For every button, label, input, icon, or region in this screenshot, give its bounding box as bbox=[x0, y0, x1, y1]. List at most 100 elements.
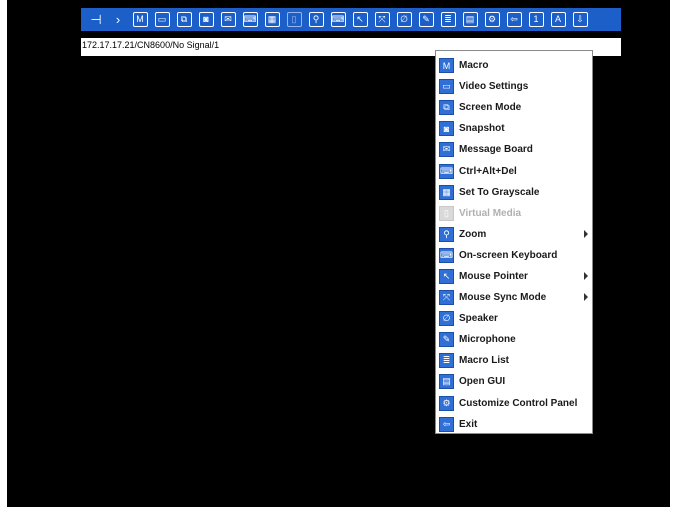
menu-item-label: Macro bbox=[459, 60, 489, 72]
message-board-icon[interactable]: ✉ bbox=[219, 11, 237, 29]
menu-item-customize-panel[interactable]: ⚙ Customize Control Panel bbox=[436, 393, 592, 414]
menu-item-label: Macro List bbox=[459, 355, 510, 367]
submenu-arrow-icon bbox=[584, 293, 588, 302]
menu-item-mouse-sync[interactable]: ⤧ Mouse Sync Mode bbox=[436, 287, 592, 308]
customize-panel-icon: ⚙ bbox=[439, 395, 454, 411]
exit-icon: ⇦ bbox=[439, 416, 454, 432]
exit-icon[interactable]: ⇦ bbox=[505, 11, 523, 29]
customize-panel-icon-glyph: ⚙ bbox=[484, 12, 500, 27]
macro-icon: M bbox=[439, 58, 454, 74]
menu-item-open-gui[interactable]: ▤ Open GUI bbox=[436, 371, 592, 392]
speaker-icon-glyph: ∅ bbox=[396, 12, 412, 27]
mouse-sync-icon-glyph: ⤧ bbox=[374, 12, 390, 27]
onscreen-keyboard-icon[interactable]: ⌨ bbox=[329, 11, 347, 29]
speaker-icon[interactable]: ∅ bbox=[395, 11, 413, 29]
mouse-pointer-icon: ↖ bbox=[439, 268, 454, 284]
lock-scroll-icon[interactable]: ⇩ bbox=[571, 11, 589, 29]
pin-icon[interactable]: ⊣ bbox=[87, 11, 105, 29]
lock-scroll-icon-glyph: ⇩ bbox=[572, 12, 588, 27]
zoom-icon: ⚲ bbox=[439, 226, 454, 242]
lock-caps-icon-glyph: A bbox=[550, 12, 566, 27]
menu-item-label: Video Settings bbox=[459, 81, 529, 93]
menu-item-label: On-screen Keyboard bbox=[459, 249, 558, 261]
menu-item-label: Open GUI bbox=[459, 376, 506, 388]
macro-list-icon[interactable]: ≣ bbox=[439, 11, 457, 29]
grayscale-icon: ▦ bbox=[439, 184, 454, 200]
mouse-pointer-icon[interactable]: ↖ bbox=[351, 11, 369, 29]
message-board-icon: ✉ bbox=[439, 142, 454, 158]
snapshot-icon[interactable]: ◙ bbox=[197, 11, 215, 29]
menu-item-label: Speaker bbox=[459, 313, 498, 325]
menu-item-label: Message Board bbox=[459, 144, 533, 156]
submenu-arrow-icon bbox=[584, 229, 588, 238]
customize-panel-icon[interactable]: ⚙ bbox=[483, 11, 501, 29]
microphone-icon: ✎ bbox=[439, 332, 454, 348]
speaker-icon: ∅ bbox=[439, 311, 454, 327]
control-panel-context-menu: M Macro ▭ Video Settings ⧉ Screen Mode ◙ Snapsh… bbox=[435, 50, 593, 434]
menu-item-speaker[interactable]: ∅ Speaker bbox=[436, 308, 592, 329]
microphone-icon[interactable]: ✎ bbox=[417, 11, 435, 29]
mouse-pointer-icon-glyph: ↖ bbox=[352, 12, 368, 27]
menu-item-virtual-media: ▯ Virtual Media bbox=[436, 203, 592, 224]
menu-item-ctrl-alt-del[interactable]: ⌨ Ctrl+Alt+Del bbox=[436, 160, 592, 181]
onscreen-keyboard-icon-glyph: ⌨ bbox=[330, 12, 346, 27]
menu-item-grayscale[interactable]: ▦ Set To Grayscale bbox=[436, 182, 592, 203]
menu-item-snapshot[interactable]: ◙ Snapshot bbox=[436, 118, 592, 139]
menu-item-label: Exit bbox=[459, 418, 478, 430]
menu-item-exit[interactable]: ⇦ Exit bbox=[436, 414, 592, 435]
menu-item-zoom[interactable]: ⚲ Zoom bbox=[436, 224, 592, 245]
ctrl-alt-del-icon: ⌨ bbox=[439, 163, 454, 179]
onscreen-keyboard-icon: ⌨ bbox=[439, 247, 454, 263]
ctrl-alt-del-icon-glyph: ⌨ bbox=[242, 12, 258, 27]
pin-icon-glyph: ⊣ bbox=[90, 12, 102, 27]
menu-item-label: Ctrl+Alt+Del bbox=[459, 165, 517, 177]
video-settings-icon[interactable]: ▭ bbox=[153, 11, 171, 29]
menu-item-microphone[interactable]: ✎ Microphone bbox=[436, 329, 592, 350]
screen-mode-icon[interactable]: ⧉ bbox=[175, 11, 193, 29]
macro-list-icon-glyph: ≣ bbox=[440, 12, 456, 27]
ctrl-alt-del-icon[interactable]: ⌨ bbox=[241, 11, 259, 29]
virtual-media-icon: ▯ bbox=[439, 205, 454, 221]
open-gui-icon: ▤ bbox=[439, 374, 454, 390]
virtual-media-icon[interactable]: ▯ bbox=[285, 11, 303, 29]
message-board-icon-glyph: ✉ bbox=[220, 12, 236, 27]
screen-mode-icon: ⧉ bbox=[439, 100, 454, 116]
lock-num-icon[interactable]: 1 bbox=[527, 11, 545, 29]
menu-item-macro-list[interactable]: ≣ Macro List bbox=[436, 350, 592, 371]
screen-mode-icon-glyph: ⧉ bbox=[176, 12, 192, 27]
remote-screen[interactable]: ⊣ › M ▭ ⧉ ◙ ✉ ⌨ ▦ ▯ ⚲ ⌨ ↖ ⤧ ∅ ✎ ≣ ▤ ⚙ ⇦ 1 A ⇩ 172.17.17.21/CN8… bbox=[7, 0, 670, 507]
expand-arrow-icon[interactable]: › bbox=[109, 11, 127, 29]
macro-icon-glyph: M bbox=[132, 12, 148, 27]
menu-item-label: Mouse Pointer bbox=[459, 270, 528, 282]
open-gui-icon-glyph: ▤ bbox=[462, 12, 478, 27]
menu-item-label: Snapshot bbox=[459, 123, 505, 135]
menu-item-label: Microphone bbox=[459, 334, 516, 346]
snapshot-icon-glyph: ◙ bbox=[198, 12, 214, 27]
grayscale-icon-glyph: ▦ bbox=[264, 12, 280, 27]
macro-icon[interactable]: M bbox=[131, 11, 149, 29]
mouse-sync-icon: ⤧ bbox=[439, 290, 454, 306]
menu-item-mouse-pointer[interactable]: ↖ Mouse Pointer bbox=[436, 266, 592, 287]
mouse-sync-icon[interactable]: ⤧ bbox=[373, 11, 391, 29]
macro-list-icon: ≣ bbox=[439, 353, 454, 369]
menu-item-label: Customize Control Panel bbox=[459, 397, 578, 409]
video-settings-icon: ▭ bbox=[439, 79, 454, 95]
menu-item-macro[interactable]: M Macro bbox=[436, 55, 592, 76]
menu-item-screen-mode[interactable]: ⧉ Screen Mode bbox=[436, 97, 592, 118]
expand-arrow-icon-glyph: › bbox=[115, 12, 121, 27]
zoom-icon[interactable]: ⚲ bbox=[307, 11, 325, 29]
grayscale-icon[interactable]: ▦ bbox=[263, 11, 281, 29]
exit-icon-glyph: ⇦ bbox=[506, 12, 522, 27]
menu-item-label: Zoom bbox=[459, 228, 487, 240]
menu-item-video-settings[interactable]: ▭ Video Settings bbox=[436, 76, 592, 97]
menu-item-label: Mouse Sync Mode bbox=[459, 292, 547, 304]
lock-caps-icon[interactable]: A bbox=[549, 11, 567, 29]
menu-item-message-board[interactable]: ✉ Message Board bbox=[436, 139, 592, 160]
microphone-icon-glyph: ✎ bbox=[418, 12, 434, 27]
menu-item-onscreen-keyboard[interactable]: ⌨ On-screen Keyboard bbox=[436, 245, 592, 266]
open-gui-icon[interactable]: ▤ bbox=[461, 11, 479, 29]
menu-item-label: Screen Mode bbox=[459, 102, 522, 114]
virtual-media-icon-glyph: ▯ bbox=[286, 12, 302, 27]
zoom-icon-glyph: ⚲ bbox=[308, 12, 324, 27]
connection-status-text: 172.17.17.21/CN8600/No Signal/1 bbox=[82, 40, 220, 50]
